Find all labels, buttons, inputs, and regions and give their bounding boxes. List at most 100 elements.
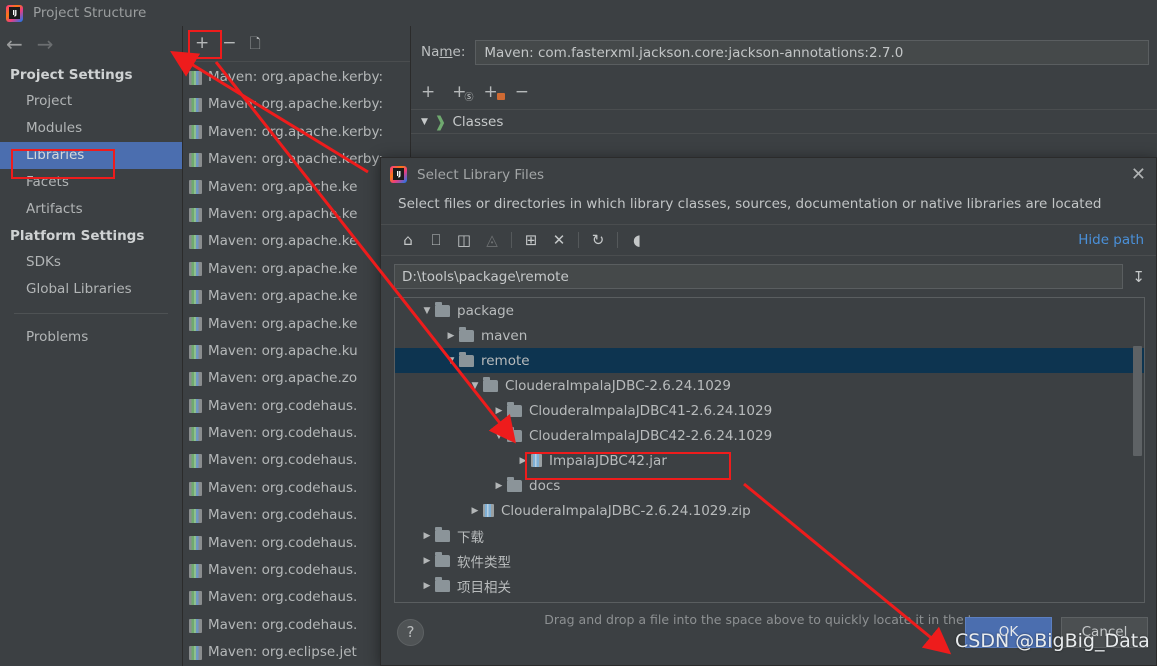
triangle-down-icon[interactable]: ▼ — [421, 117, 428, 127]
library-classes-row[interactable]: ▼ ❰ Classes — [411, 109, 1157, 134]
file-tree-row[interactable]: ▶ ImpalaJDBC42.jar — [395, 448, 1144, 473]
expand-folder-icon[interactable]: ◫ — [450, 232, 478, 248]
library-list-item[interactable]: Maven: org.codehaus. — [183, 612, 410, 639]
add-library-button[interactable]: + — [195, 35, 209, 52]
library-name-input[interactable]: Maven: com.fasterxml.jackson.core:jackso… — [475, 39, 1149, 65]
library-list-item[interactable]: Maven: org.apache.ke — [183, 256, 410, 283]
triangle-right-icon[interactable]: ▶ — [491, 406, 507, 416]
file-tree-row[interactable]: ▶ 下载 — [395, 523, 1144, 548]
sidebar-item-libraries[interactable]: Libraries — [0, 142, 182, 169]
triangle-right-icon[interactable]: ▶ — [419, 581, 435, 591]
file-tree-row-label: ClouderaImpalaJDBC-2.6.24.1029.zip — [501, 502, 751, 519]
library-list-item[interactable]: Maven: org.codehaus. — [183, 475, 410, 502]
sidebar-item-artifacts[interactable]: Artifacts — [0, 196, 182, 223]
refresh-icon[interactable]: ↻ — [584, 232, 612, 248]
new-folder-icon[interactable]: ⊞ — [517, 232, 545, 248]
ok-button[interactable]: OK — [965, 617, 1052, 648]
sidebar-item-modules[interactable]: Modules — [0, 115, 182, 142]
folder-icon — [507, 401, 522, 417]
file-tree-row[interactable]: ▶ docs — [395, 473, 1144, 498]
library-list-item[interactable]: Maven: org.apache.ke — [183, 228, 410, 255]
remove-library-button[interactable]: − — [222, 35, 236, 52]
triangle-down-icon[interactable]: ▼ — [443, 356, 459, 366]
maven-library-icon — [189, 536, 202, 551]
add-documentation-button[interactable]: + — [484, 83, 505, 101]
library-name-row: Name: Maven: com.fasterxml.jackson.core:… — [411, 35, 1157, 69]
file-tree-row-label: 软件类型 — [457, 554, 511, 571]
library-list-item[interactable]: Maven: org.apache.kerby: — [183, 91, 410, 118]
path-input[interactable]: D:\tools\package\remote — [394, 264, 1124, 289]
file-tree-row[interactable]: ▶ maven — [395, 323, 1144, 348]
dialog-subtitle: Select files or directories in which lib… — [398, 196, 1102, 212]
sidebar-item-facets[interactable]: Facets — [0, 169, 182, 196]
library-list-item[interactable]: Maven: org.apache.ke — [183, 283, 410, 310]
triangle-right-icon[interactable]: ▶ — [515, 456, 531, 466]
library-list-item[interactable]: Maven: org.codehaus. — [183, 584, 410, 611]
close-icon[interactable]: ✕ — [1131, 165, 1146, 184]
library-list-item[interactable]: Maven: org.apache.ku — [183, 338, 410, 365]
triangle-right-icon[interactable]: ▶ — [467, 506, 483, 516]
toolbar-divider — [578, 232, 579, 248]
file-tree-row-label: remote — [481, 352, 530, 369]
maven-library-icon — [189, 591, 202, 606]
sidebar-item-sdks[interactable]: SDKs — [0, 249, 182, 276]
library-list-item[interactable]: Maven: org.apache.kerby: — [183, 146, 410, 173]
delete-icon[interactable]: ✕ — [545, 232, 573, 248]
arrow-right-icon[interactable]: → — [37, 34, 54, 54]
library-list-item[interactable]: Maven: org.apache.kerby: — [183, 64, 410, 91]
sidebar-item-project[interactable]: Project — [0, 88, 182, 115]
library-list-item[interactable]: Maven: org.apache.ke — [183, 174, 410, 201]
folder-icon — [459, 351, 474, 367]
maven-library-icon — [189, 426, 202, 441]
file-tree-row-label: ImpalaJDBC42.jar — [549, 452, 667, 469]
download-arrow-icon[interactable]: ↧ — [1132, 268, 1145, 286]
library-list-item[interactable]: Maven: org.codehaus. — [183, 557, 410, 584]
library-list-item[interactable]: Maven: org.codehaus. — [183, 393, 410, 420]
library-list-item[interactable]: Maven: org.apache.ke — [183, 201, 410, 228]
library-list-item[interactable]: Maven: org.codehaus. — [183, 447, 410, 474]
cancel-button[interactable]: Cancel — [1061, 617, 1148, 648]
arrow-left-icon[interactable]: ← — [6, 34, 23, 54]
add-sources-button[interactable]: + Ⓢ — [452, 83, 473, 102]
library-list-item[interactable]: Maven: org.codehaus. — [183, 502, 410, 529]
remove-root-button[interactable]: − — [515, 83, 529, 101]
library-list-item[interactable]: Maven: org.apache.ke — [183, 311, 410, 338]
file-tree-row[interactable]: ▶ 项目相关 — [395, 573, 1144, 598]
file-tree-row[interactable]: ▶ 软件类型 — [395, 548, 1144, 573]
show-hidden-files-icon[interactable]: ◖ — [623, 232, 651, 248]
file-tree-row[interactable]: ▶ ClouderaImpalaJDBC-2.6.24.1029.zip — [395, 498, 1144, 523]
file-tree-scrollbar-thumb[interactable] — [1133, 346, 1142, 456]
library-list-item[interactable]: Maven: org.apache.zo — [183, 365, 410, 392]
help-button[interactable]: ? — [397, 619, 424, 646]
hide-path-link[interactable]: Hide path — [1078, 232, 1144, 248]
file-tree[interactable]: ▼ package ▶ maven ▼ remote ▼ ClouderaImpalaJDBC… — [394, 297, 1145, 603]
triangle-down-icon[interactable]: ▼ — [491, 431, 507, 441]
sidebar-item-problems[interactable]: Problems — [0, 324, 182, 351]
triangle-right-icon[interactable]: ▶ — [491, 481, 507, 491]
library-list[interactable]: Maven: org.apache.kerby: Maven: org.apach… — [183, 62, 410, 666]
copy-icon[interactable]: 🗋 — [250, 37, 261, 51]
jar-file-icon — [483, 504, 494, 517]
maven-library-icon — [189, 289, 202, 304]
project-structure-window: Project Structure ← → Project Settings P… — [0, 0, 1157, 666]
triangle-down-icon[interactable]: ▼ — [419, 306, 435, 316]
triangle-right-icon[interactable]: ▶ — [419, 531, 435, 541]
add-classes-button[interactable]: + — [421, 83, 435, 101]
home-icon[interactable]: ⌂ — [394, 232, 422, 248]
file-tree-row[interactable]: ▼ package — [395, 298, 1144, 323]
library-list-item[interactable]: Maven: org.codehaus. — [183, 530, 410, 557]
triangle-right-icon[interactable]: ▶ — [419, 556, 435, 566]
library-list-item[interactable]: Maven: org.codehaus. — [183, 420, 410, 447]
triangle-down-icon[interactable]: ▼ — [467, 381, 483, 391]
desktop-icon[interactable]: ⎕ — [422, 232, 450, 248]
file-tree-row[interactable]: ▼ remote — [395, 348, 1144, 373]
maven-library-icon — [189, 508, 202, 523]
sidebar-item-global-libraries[interactable]: Global Libraries — [0, 276, 182, 303]
file-tree-row[interactable]: ▼ ClouderaImpalaJDBC42-2.6.24.1029 — [395, 423, 1144, 448]
file-tree-row[interactable]: ▶ ClouderaImpalaJDBC41-2.6.24.1029 — [395, 398, 1144, 423]
maven-library-icon — [189, 618, 202, 633]
library-list-item[interactable]: Maven: org.apache.kerby: — [183, 119, 410, 146]
file-tree-row[interactable]: ▼ ClouderaImpalaJDBC-2.6.24.1029 — [395, 373, 1144, 398]
triangle-right-icon[interactable]: ▶ — [443, 331, 459, 341]
library-list-item[interactable]: Maven: org.eclipse.jet — [183, 639, 410, 666]
